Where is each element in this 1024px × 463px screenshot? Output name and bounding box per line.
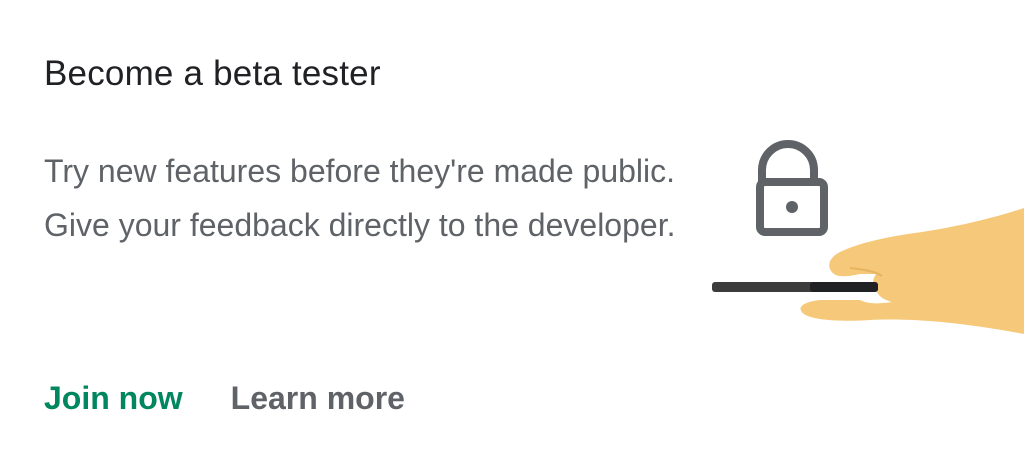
card-description: Try new features before they're made pub… <box>44 153 676 243</box>
card-title: Become a beta tester <box>44 54 381 93</box>
hand-holding-phone-illustration <box>712 140 1024 334</box>
hand-graphic <box>800 208 1024 334</box>
card-actions: Join now Learn more <box>44 374 405 422</box>
learn-more-button[interactable]: Learn more <box>231 374 405 422</box>
beta-tester-card: Become a beta tester Try new features be… <box>0 0 1024 463</box>
join-now-button[interactable]: Join now <box>44 374 183 422</box>
unlock-icon <box>756 140 828 236</box>
phone-graphic <box>712 282 878 292</box>
